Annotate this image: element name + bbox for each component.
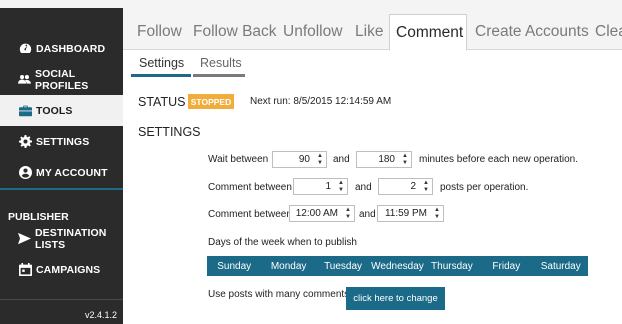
sidebar-item-settings[interactable]: SETTINGS xyxy=(0,126,123,157)
tab-clean[interactable]: Clea xyxy=(593,14,622,50)
chevron-up-icon[interactable]: ▲ xyxy=(317,153,323,159)
comment-max-stepper[interactable]: 2 ▲ ▼ xyxy=(378,178,433,195)
sidebar-item-social-profiles[interactable]: SOCIAL PROFILES xyxy=(0,64,123,95)
sidebar-item-label: TOOLS xyxy=(36,104,73,117)
subtab-results-indicator xyxy=(193,74,245,77)
sidebar-item-label: MY ACCOUNT xyxy=(36,166,108,179)
day-wednesday[interactable]: Wednesday xyxy=(370,256,424,276)
version-label: v2.4.1.2 xyxy=(84,310,117,320)
sidebar-item-label: DASHBOARD xyxy=(36,42,106,55)
days-of-week-bar: Sunday Monday Tuesday Wednesday Thursday… xyxy=(207,256,588,276)
subtab-settings[interactable]: Settings xyxy=(139,56,184,70)
comment-count-label: Comment between xyxy=(208,182,292,193)
publisher-section-title: PUBLISHER xyxy=(8,211,69,223)
calendar-icon xyxy=(18,263,32,277)
chevron-up-icon[interactable]: ▲ xyxy=(423,180,429,186)
and-label: and xyxy=(359,209,376,220)
stepper-arrows[interactable]: ▲ ▼ xyxy=(422,180,430,193)
users-icon xyxy=(18,73,31,87)
send-icon xyxy=(18,232,31,246)
chevron-down-icon[interactable]: ▼ xyxy=(434,214,440,220)
end-time-picker[interactable]: 11:59 PM ▲ ▼ xyxy=(377,205,444,222)
user-circle-icon xyxy=(18,166,32,180)
sidebar-item-destination-lists[interactable]: DESTINATION LISTS xyxy=(0,223,123,254)
day-friday[interactable]: Friday xyxy=(479,256,533,276)
wait-suffix-label: minutes before each new operation. xyxy=(419,154,578,165)
days-label: Days of the week when to publish xyxy=(208,237,357,248)
sidebar-divider xyxy=(0,299,123,300)
tab-create-accounts[interactable]: Create Accounts xyxy=(473,14,591,50)
sidebar-item-campaigns[interactable]: CAMPAIGNS xyxy=(0,254,123,285)
chevron-down-icon[interactable]: ▼ xyxy=(423,187,429,193)
comment-time-label: Comment between xyxy=(208,209,292,220)
sidebar-divider xyxy=(0,188,123,190)
sidebar-item-my-account[interactable]: MY ACCOUNT xyxy=(0,157,123,188)
tab-unfollow[interactable]: Unfollow xyxy=(281,14,344,50)
wait-between-label: Wait between xyxy=(208,154,269,165)
stepper-arrows[interactable]: ▲ ▼ xyxy=(401,153,409,166)
stepper-arrows[interactable]: ▲ ▼ xyxy=(316,153,324,166)
next-run-text: Next run: 8/5/2015 12:14:59 AM xyxy=(250,96,392,107)
day-monday[interactable]: Monday xyxy=(261,256,315,276)
sidebar-item-label: DESTINATION LISTS xyxy=(35,226,107,251)
comment-count-suffix-label: posts per operation. xyxy=(440,182,529,193)
comment-max-value: 2 xyxy=(410,181,416,192)
chevron-up-icon[interactable]: ▲ xyxy=(345,207,351,213)
sidebar-item-dashboard[interactable]: DASHBOARD xyxy=(0,33,123,64)
tab-follow-back[interactable]: Follow Back xyxy=(191,14,279,50)
status-badge: STOPPED xyxy=(188,94,234,109)
gear-icon xyxy=(18,135,32,149)
wait-min-stepper[interactable]: 90 ▲ ▼ xyxy=(272,151,327,168)
start-time-picker[interactable]: 12:00 AM ▲ ▼ xyxy=(289,205,355,222)
tab-follow[interactable]: Follow xyxy=(135,14,184,50)
posts-option-label: Use posts with many comments xyxy=(208,289,350,300)
start-time-value: 12:00 AM xyxy=(295,208,338,219)
status-label: STATUS xyxy=(138,95,186,109)
stepper-arrows[interactable]: ▲ ▼ xyxy=(337,180,345,193)
chevron-up-icon[interactable]: ▲ xyxy=(434,207,440,213)
comment-min-value: 1 xyxy=(325,181,331,192)
and-label: and xyxy=(333,154,350,165)
wait-max-stepper[interactable]: 180 ▲ ▼ xyxy=(356,151,412,168)
tab-comment[interactable]: Comment xyxy=(389,14,467,51)
chevron-down-icon[interactable]: ▼ xyxy=(338,187,344,193)
day-tuesday[interactable]: Tuesday xyxy=(316,256,370,276)
day-saturday[interactable]: Saturday xyxy=(534,256,588,276)
day-thursday[interactable]: Thursday xyxy=(425,256,479,276)
tool-tabs: Follow Follow Back Unfollow Like Comment… xyxy=(123,10,622,51)
wait-min-value: 90 xyxy=(298,154,310,165)
chevron-down-icon[interactable]: ▼ xyxy=(402,160,408,166)
sidebar-item-tools[interactable]: TOOLS xyxy=(0,95,123,126)
settings-heading: SETTINGS xyxy=(138,125,201,139)
dashboard-icon xyxy=(18,42,32,56)
sidebar-item-label: CAMPAIGNS xyxy=(36,263,101,276)
chevron-down-icon[interactable]: ▼ xyxy=(345,214,351,220)
day-sunday[interactable]: Sunday xyxy=(207,256,261,276)
tab-like[interactable]: Like xyxy=(353,14,385,50)
briefcase-icon xyxy=(18,104,32,118)
chevron-up-icon[interactable]: ▲ xyxy=(338,180,344,186)
change-button[interactable]: click here to change xyxy=(346,287,445,310)
chevron-up-icon[interactable]: ▲ xyxy=(402,153,408,159)
comment-min-stepper[interactable]: 1 ▲ ▼ xyxy=(293,178,348,195)
stepper-arrows[interactable]: ▲ ▼ xyxy=(344,207,352,220)
end-time-value: 11:59 PM xyxy=(384,208,427,219)
sidebar-top-strip xyxy=(0,0,123,8)
sidebar-item-label: SETTINGS xyxy=(36,135,90,148)
subtab-results[interactable]: Results xyxy=(200,56,242,70)
sidebar-item-label: SOCIAL PROFILES xyxy=(35,67,89,92)
chevron-down-icon[interactable]: ▼ xyxy=(317,160,323,166)
subtab-settings-indicator xyxy=(131,74,191,77)
wait-max-value: 180 xyxy=(378,154,395,165)
stepper-arrows[interactable]: ▲ ▼ xyxy=(433,207,441,220)
and-label: and xyxy=(355,182,372,193)
sidebar: DASHBOARD SOCIAL PROFILES TOOLS SETTINGS… xyxy=(0,0,123,324)
